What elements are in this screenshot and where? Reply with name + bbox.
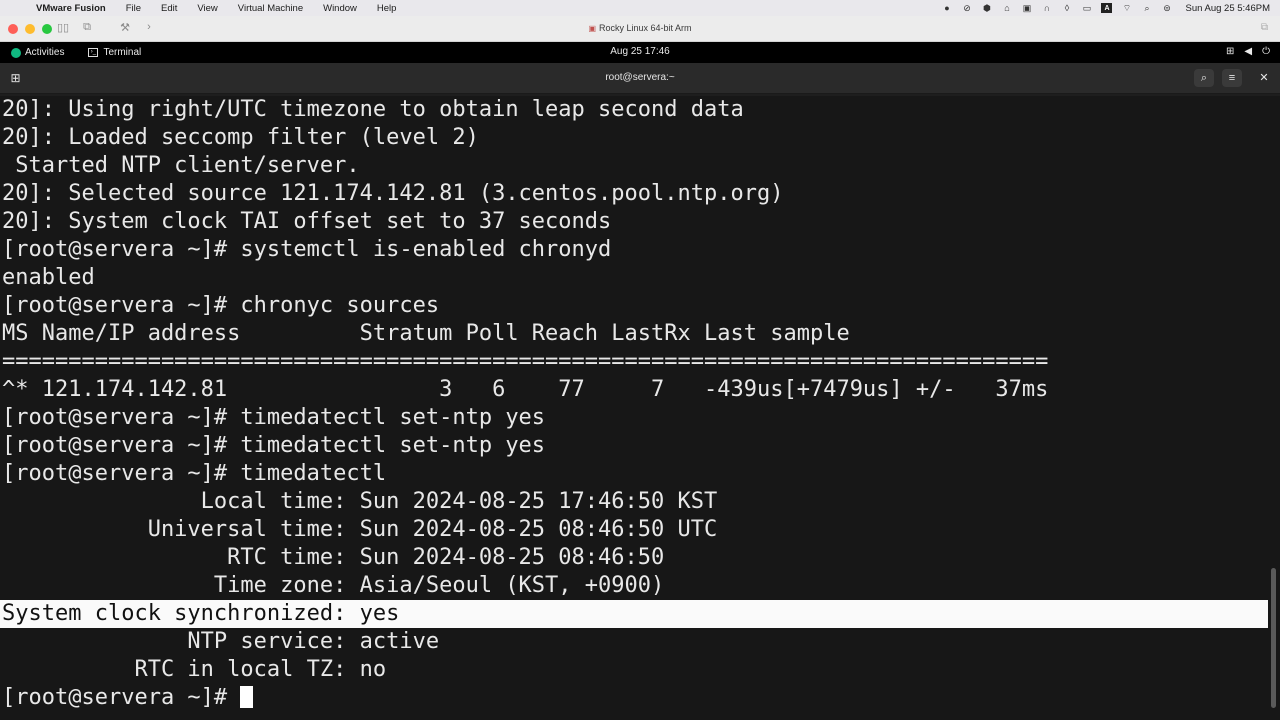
network-icon[interactable]: ⌂ bbox=[1001, 3, 1012, 13]
terminal-line: RTC in local TZ: no bbox=[2, 657, 387, 682]
app-menu-terminal[interactable]: ›_ Terminal bbox=[88, 47, 141, 58]
terminal-prompt-line[interactable]: [root@servera ~]# bbox=[2, 684, 1268, 712]
input-icon[interactable]: A bbox=[1101, 3, 1113, 13]
rocky-logo-icon bbox=[11, 47, 21, 58]
shield-icon[interactable]: ◊ bbox=[1061, 3, 1072, 13]
message-icon[interactable]: ▭ bbox=[1081, 3, 1092, 13]
menu-view[interactable]: View bbox=[197, 3, 217, 14]
terminal-title: root@servera:~ bbox=[605, 72, 675, 83]
terminal-line: ^* 121.174.142.81 3 6 77 7 -439us[+7479u… bbox=[2, 377, 1049, 402]
volume-icon: ◀ bbox=[1244, 46, 1253, 57]
terminal-line: [root@servera ~]# chronyc sources bbox=[2, 293, 440, 318]
screen-icon[interactable]: ▣ bbox=[1021, 3, 1032, 13]
terminal-line: Started NTP client/server. bbox=[2, 153, 360, 178]
terminal-output[interactable]: 20]: Using right/UTC timezone to obtain … bbox=[0, 96, 1280, 720]
terminal-line: MS Name/IP address Stratum Poll Reach La… bbox=[2, 321, 850, 346]
terminal-line: NTP service: active bbox=[2, 629, 440, 654]
terminal-line: 20]: Loaded seccomp filter (level 2) bbox=[2, 125, 479, 150]
terminal-line: Local time: Sun 2024-08-25 17:46:50 KST bbox=[2, 489, 718, 514]
terminal-icon: ›_ bbox=[88, 48, 99, 57]
menu-window[interactable]: Window bbox=[323, 3, 357, 14]
network-wired-icon: ⊞ bbox=[1225, 46, 1235, 57]
vm-icon: ▣ bbox=[588, 24, 596, 33]
macos-menu-bar: VMware Fusion File Edit View Virtual Mac… bbox=[0, 0, 1280, 16]
terminal-headerbar: ⊞ root@servera:~ ⌕ ≡ ✕ bbox=[0, 63, 1280, 94]
terminal-line: 20]: System clock TAI offset set to 37 s… bbox=[2, 209, 612, 234]
text-cursor bbox=[240, 686, 254, 708]
terminal-line: Universal time: Sun 2024-08-25 08:46:50 … bbox=[2, 517, 718, 542]
power-icon: ⏻ bbox=[1262, 46, 1270, 57]
terminal-line-selected: System clock synchronized: yes bbox=[0, 600, 1268, 628]
search-icon[interactable]: ⌕ bbox=[1141, 3, 1152, 13]
terminal-line: [root@servera ~]# timedatectl set-ntp ye… bbox=[2, 405, 546, 430]
terminal-line: 20]: Using right/UTC timezone to obtain … bbox=[2, 97, 744, 122]
app-menu-vmware-fusion[interactable]: VMware Fusion bbox=[36, 3, 106, 14]
slash-icon[interactable]: ⊘ bbox=[961, 3, 972, 13]
vpn-icon[interactable]: ⬢ bbox=[981, 3, 992, 13]
headphones-icon[interactable]: ∩ bbox=[1041, 3, 1052, 13]
menu-file[interactable]: File bbox=[126, 3, 141, 14]
record-icon[interactable]: ● bbox=[941, 3, 952, 13]
terminal-line: ========================================… bbox=[2, 349, 1049, 374]
menu-virtual-machine[interactable]: Virtual Machine bbox=[238, 3, 303, 14]
gnome-system-menu[interactable]: ⊞ ◀ ⏻ bbox=[1226, 46, 1270, 57]
control-center-icon[interactable]: ⊜ bbox=[1161, 3, 1172, 13]
vm-window-title: ▣ Rocky Linux 64-bit Arm bbox=[588, 23, 692, 33]
menu-edit[interactable]: Edit bbox=[161, 3, 177, 14]
activities-button[interactable]: Activities bbox=[11, 47, 64, 58]
terminal-line: [root@servera ~]# systemctl is-enabled c… bbox=[2, 237, 612, 262]
gnome-top-bar: Activities ›_ Terminal Aug 25 17:46 ⊞ ◀ … bbox=[0, 42, 1280, 63]
vm-window-titlebar: ▯▯ ⧉ ⚒ › ▣ Rocky Linux 64-bit Arm ⧉ bbox=[0, 16, 1280, 42]
terminal-search-button[interactable]: ⌕ bbox=[1194, 69, 1214, 87]
fullscreen-icon[interactable]: ⧉ bbox=[1261, 22, 1268, 33]
terminal-line: enabled bbox=[2, 265, 95, 290]
terminal-line: [root@servera ~]# timedatectl bbox=[2, 461, 387, 486]
menu-bar-status-area: ● ⊘ ⬢ ⌂ ▣ ∩ ◊ ▭ A ⌔ ⌕ ⊜ Sun Aug 25 5:46P… bbox=[941, 0, 1270, 16]
terminal-menu-button[interactable]: ≡ bbox=[1222, 69, 1242, 87]
terminal-scrollbar[interactable] bbox=[1271, 568, 1276, 708]
terminal-line: Time zone: Asia/Seoul (KST, +0900) bbox=[2, 573, 665, 598]
menu-bar-clock[interactable]: Sun Aug 25 5:46PM bbox=[1185, 3, 1270, 14]
terminal-close-button[interactable]: ✕ bbox=[1254, 69, 1274, 87]
terminal-line: RTC time: Sun 2024-08-25 08:46:50 bbox=[2, 545, 665, 570]
terminal-line: 20]: Selected source 121.174.142.81 (3.c… bbox=[2, 181, 784, 206]
menu-help[interactable]: Help bbox=[377, 3, 397, 14]
wifi-icon[interactable]: ⌔ bbox=[1121, 3, 1132, 13]
gnome-clock[interactable]: Aug 25 17:46 bbox=[0, 46, 1280, 57]
terminal-line: [root@servera ~]# timedatectl set-ntp ye… bbox=[2, 433, 546, 458]
prompt-text: [root@servera ~]# bbox=[2, 685, 241, 710]
